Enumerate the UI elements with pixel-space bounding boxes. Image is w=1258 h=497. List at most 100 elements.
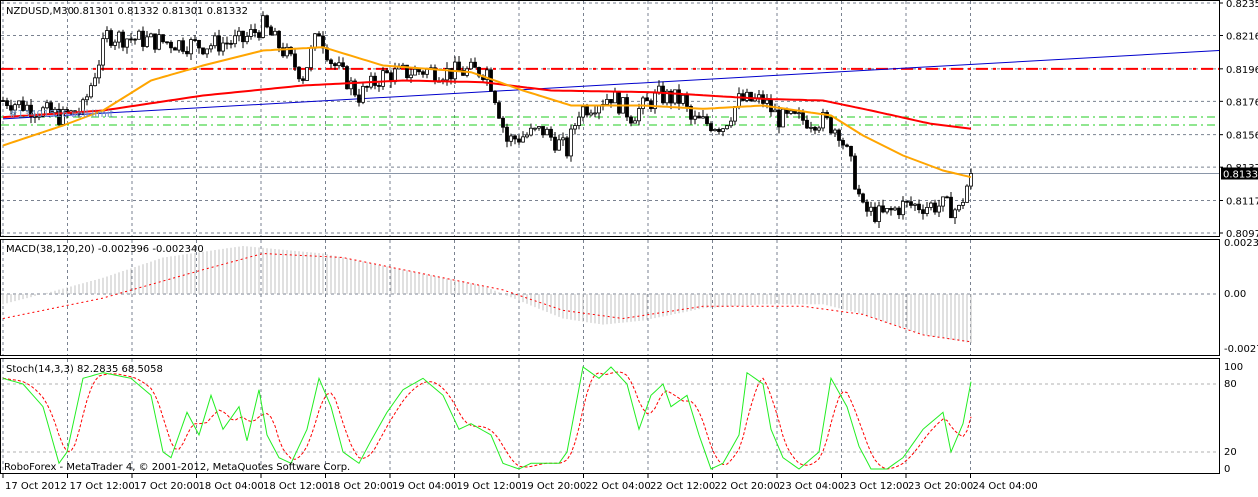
stoch-panel[interactable] (2, 366, 972, 470)
candle-body (777, 109, 781, 128)
candle-body (501, 117, 505, 128)
metatrader-chart[interactable]: 17 Oct 2012 17 Oct 12:00 17 Oct 20:00 18 Oc… (0, 0, 1258, 493)
time-label: 18 Oct 12:00 (263, 481, 328, 492)
candle-body (929, 202, 933, 208)
candle-body (201, 47, 205, 55)
macd-label: MACD(38,120,20) -0.002396 -0.002340 (6, 244, 204, 255)
candle-body (413, 68, 417, 76)
candle-body (185, 50, 189, 55)
candle-body (193, 39, 197, 41)
candle-body (417, 68, 421, 73)
candle-body (733, 106, 737, 122)
time-label: 19 Oct 12:00 (457, 481, 522, 492)
candle-body (1, 100, 5, 102)
candle-body (945, 196, 949, 199)
candle-body (337, 62, 341, 67)
candle-body (345, 66, 349, 90)
candle-body (425, 68, 429, 75)
candle-body (625, 97, 629, 118)
candle-body (317, 33, 321, 37)
candle-body (125, 38, 129, 48)
time-label: 23 Oct 20:00 (908, 481, 973, 492)
candle-body (377, 85, 381, 87)
candle-body (169, 41, 173, 49)
candle-body (113, 41, 117, 46)
candle-body (257, 32, 261, 38)
candle-body (729, 120, 733, 127)
candle-body (457, 61, 461, 71)
candle-body (717, 128, 721, 132)
candle-body (701, 116, 705, 119)
candle-body (381, 70, 385, 87)
candle-body (857, 188, 861, 195)
price-label: 0.81960 (1226, 65, 1258, 76)
price-panel[interactable] (1, 11, 1220, 228)
candle-body (645, 97, 649, 102)
candle-body (697, 115, 701, 119)
candle-body (509, 135, 513, 142)
candle-body (189, 39, 193, 55)
candle-body (781, 108, 785, 128)
current-price-label: 0.81332 (1223, 170, 1258, 181)
candle-body (229, 42, 233, 45)
candle-body (853, 155, 857, 190)
candle-body (101, 38, 105, 66)
time-label: 22 Oct 20:00 (715, 481, 780, 492)
candle-body (177, 40, 181, 51)
candle-body (277, 30, 281, 49)
candle-body (205, 48, 209, 55)
candle-body (885, 208, 889, 213)
candle-body (237, 30, 241, 37)
candle-body (933, 202, 937, 213)
candle-body (161, 34, 165, 43)
candle-body (97, 64, 101, 79)
candle-body (865, 201, 869, 212)
macd-panel[interactable] (2, 246, 972, 344)
candle-body (909, 201, 913, 206)
candle-body (561, 137, 565, 141)
candle-body (361, 85, 365, 103)
candle-body (869, 206, 873, 212)
candle-body (553, 136, 557, 151)
candle-body (253, 29, 257, 34)
candle-body (17, 100, 21, 106)
candle-body (969, 173, 973, 187)
candle-body (953, 209, 957, 219)
candle-body (581, 106, 585, 118)
candle-body (693, 115, 697, 120)
candle-body (473, 61, 477, 68)
time-label: 24 Oct 04:00 (973, 481, 1038, 492)
candle-body (813, 126, 817, 131)
candle-body (841, 140, 845, 146)
order-label[interactable]: #13401516 sell limit (9, 109, 114, 120)
candle-body (941, 196, 945, 207)
candle-body (541, 126, 545, 136)
macd-axis-label: 0.00237 (1224, 238, 1258, 249)
price-label: 0.81565 (1226, 131, 1258, 142)
candle-body (537, 126, 541, 129)
time-label: 18 Oct 04:00 (199, 481, 264, 492)
candle-body (165, 41, 169, 44)
candle-body (365, 85, 369, 88)
candle-body (513, 135, 517, 140)
candle-body (613, 91, 617, 104)
candle-body (633, 120, 637, 124)
symbol-label: NZDUSD,M30 (6, 6, 74, 17)
candle-body (809, 126, 813, 129)
candle-body (409, 74, 413, 79)
candle-body (309, 47, 313, 69)
macd-signal-line (2, 252, 972, 343)
candle-body (557, 139, 561, 151)
candle-body (629, 116, 633, 124)
candle-body (357, 94, 361, 103)
candle-body (233, 35, 237, 45)
candle-body (421, 71, 425, 75)
copyright-label: RoboForex - MetaTrader 4, © 2001-2012, M… (4, 462, 350, 473)
candle-body (565, 137, 569, 157)
ma-slow-line (2, 79, 972, 130)
candle-body (593, 112, 597, 115)
candle-body (829, 117, 833, 134)
candle-body (837, 129, 841, 141)
time-label: 17 Oct 12:00 (70, 481, 135, 492)
candle-body (273, 30, 277, 36)
